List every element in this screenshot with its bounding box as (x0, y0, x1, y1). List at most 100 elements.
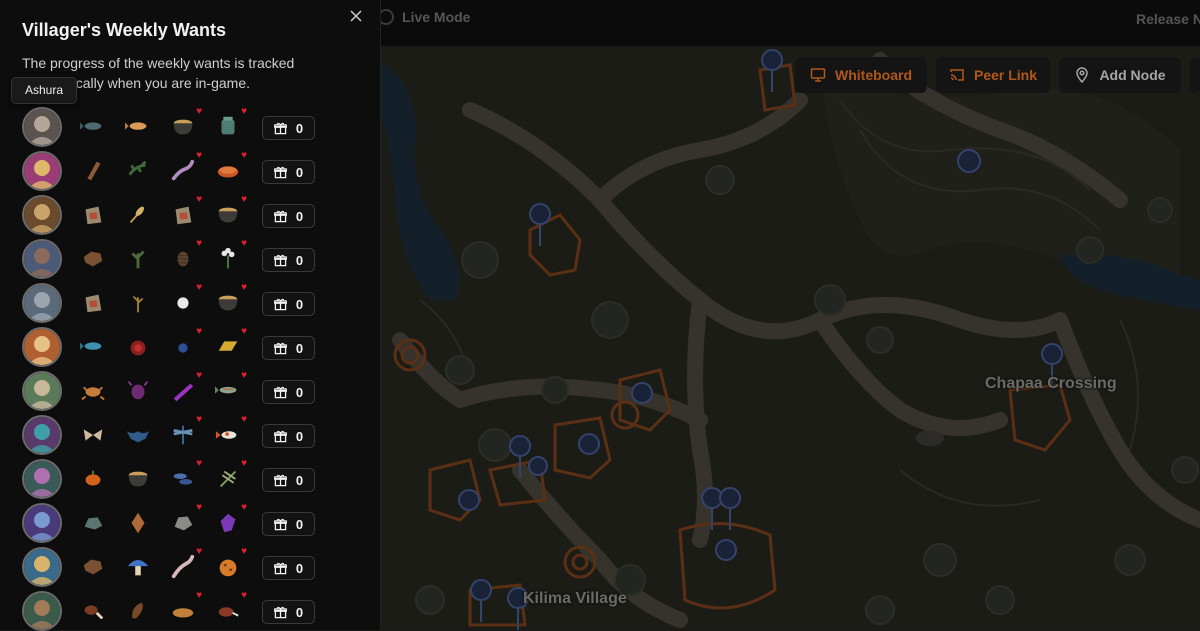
want-item[interactable]: ♥ (170, 459, 202, 492)
want-item[interactable]: ♥ (215, 591, 247, 624)
gift-count-button[interactable]: 0 (262, 556, 315, 580)
gift-count-button[interactable]: 0 (262, 600, 315, 624)
want-item[interactable] (125, 598, 153, 624)
want-item[interactable] (80, 466, 108, 492)
gift-count-button[interactable]: 0 (262, 380, 315, 404)
want-item[interactable]: ♥ (215, 459, 247, 492)
want-item[interactable]: ♥ (170, 371, 202, 404)
more-tools-button[interactable] (1190, 57, 1200, 93)
fish-cluster-icon (173, 473, 193, 485)
gift-count: 0 (295, 252, 304, 268)
gift-count-button[interactable]: 0 (262, 468, 315, 492)
villager-avatar[interactable] (22, 283, 62, 323)
want-item[interactable] (80, 334, 108, 360)
villager-row: ♥ ♥ 0 (22, 503, 322, 543)
villager-avatar[interactable] (22, 195, 62, 235)
blueberry-icon (178, 343, 188, 353)
gold-bar-icon (218, 341, 238, 351)
release-notes-link[interactable]: Release N (1136, 11, 1200, 27)
villager-avatar[interactable] (22, 547, 62, 587)
villager-avatar[interactable] (22, 459, 62, 499)
heart-icon: ♥ (241, 546, 247, 557)
flower-bundle-icon (221, 247, 235, 269)
want-item[interactable] (80, 158, 108, 184)
want-item[interactable]: ♥ (170, 547, 202, 580)
want-item[interactable] (125, 158, 153, 184)
gift-count-button[interactable]: 0 (262, 512, 315, 536)
gift-count: 0 (295, 560, 304, 576)
want-item[interactable]: ♥ (215, 151, 247, 184)
live-mode-toggle[interactable]: Live Mode (378, 7, 470, 27)
heart-icon: ♥ (196, 106, 202, 117)
want-item[interactable]: ♥ (170, 415, 202, 448)
want-item[interactable]: ♥ (215, 371, 247, 404)
villager-row: ♥ ♥ 0 (22, 327, 322, 367)
want-item[interactable]: ♥ (170, 239, 202, 272)
want-item[interactable] (80, 290, 108, 316)
villager-avatar[interactable] (22, 415, 62, 455)
map-label-chapaa-crossing: Chapaa Crossing (985, 375, 1117, 392)
peer-link-button[interactable]: Peer Link (936, 57, 1050, 93)
want-item[interactable] (125, 510, 153, 536)
want-item[interactable]: ♥ (215, 195, 247, 228)
want-item[interactable] (125, 334, 153, 360)
want-item[interactable]: ♥ (170, 591, 202, 624)
want-item[interactable] (80, 202, 108, 228)
want-item[interactable] (80, 598, 108, 624)
map-pin-icon (1076, 67, 1089, 83)
gift-count-button[interactable]: 0 (262, 424, 315, 448)
villager-avatar[interactable] (22, 151, 62, 191)
want-item[interactable] (125, 378, 153, 404)
villager-avatar[interactable] (22, 327, 62, 367)
bread-icon (172, 608, 194, 618)
want-item[interactable]: ♥ (215, 239, 247, 272)
gift-count-button[interactable]: 0 (262, 248, 315, 272)
gift-count-button[interactable]: 0 (262, 116, 315, 140)
want-item[interactable]: ♥ (215, 327, 247, 360)
want-item[interactable] (80, 510, 108, 536)
want-item[interactable] (125, 202, 153, 228)
want-item[interactable] (125, 290, 153, 316)
villager-avatar[interactable] (22, 503, 62, 543)
gift-count-button[interactable]: 0 (262, 336, 315, 360)
villager-avatar[interactable] (22, 371, 62, 411)
want-item[interactable]: ♥ (215, 503, 247, 536)
gift-count: 0 (295, 296, 304, 312)
want-item[interactable] (125, 246, 153, 272)
want-item[interactable]: ♥ (215, 415, 247, 448)
want-item[interactable]: ♥ (215, 283, 247, 316)
want-item[interactable] (125, 114, 153, 140)
gift-icon (273, 386, 287, 398)
want-item[interactable]: ♥ (170, 503, 202, 536)
want-item[interactable] (125, 466, 153, 492)
ore-icon (174, 516, 193, 531)
want-item[interactable] (80, 554, 108, 580)
want-item[interactable] (125, 554, 153, 580)
stew-pot-icon (128, 471, 148, 487)
want-item[interactable]: ♥ (170, 195, 202, 228)
want-item[interactable] (125, 422, 153, 448)
want-item[interactable]: ♥ (170, 151, 202, 184)
want-item[interactable] (80, 114, 108, 140)
gift-count-button[interactable]: 0 (262, 204, 315, 228)
gift-count-button[interactable]: 0 (262, 292, 315, 316)
wheat-icon (129, 206, 145, 224)
want-item[interactable]: ♥ (215, 547, 247, 580)
want-item[interactable]: ♥ (170, 107, 202, 140)
close-icon[interactable] (347, 7, 365, 25)
villager-avatar[interactable] (22, 107, 62, 147)
want-item[interactable] (80, 378, 108, 404)
gift-icon (273, 254, 287, 266)
add-node-button[interactable]: Add Node (1059, 57, 1181, 93)
want-item[interactable]: ♥ (170, 283, 202, 316)
villager-avatar[interactable] (22, 591, 62, 631)
villager-row: ♥ ♥ 0 (22, 239, 322, 279)
gift-count-button[interactable]: 0 (262, 160, 315, 184)
want-item[interactable] (80, 246, 108, 272)
want-item[interactable]: ♥ (170, 327, 202, 360)
whiteboard-button[interactable]: Whiteboard (795, 57, 927, 93)
villager-avatar[interactable] (22, 239, 62, 279)
heart-icon: ♥ (241, 238, 247, 249)
want-item[interactable] (80, 422, 108, 448)
want-item[interactable]: ♥ (215, 107, 247, 140)
